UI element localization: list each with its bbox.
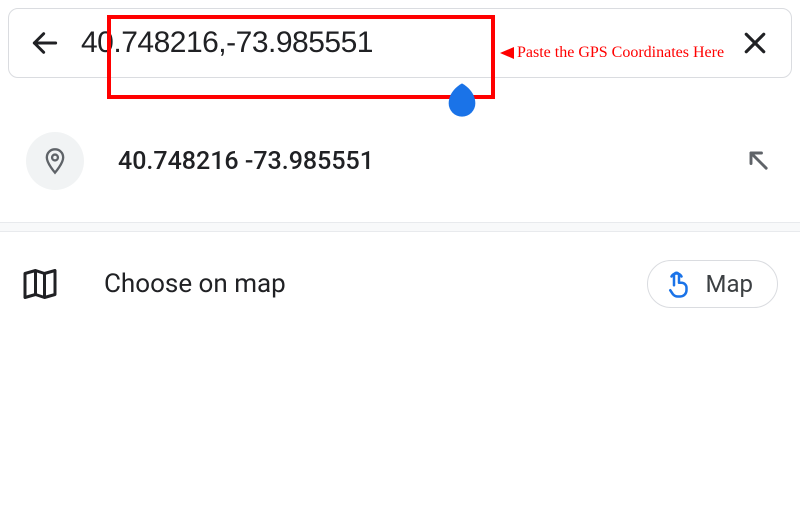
suggestion-text: 40.748216 -73.985551 xyxy=(118,147,710,176)
insert-suggestion-button[interactable] xyxy=(744,146,774,176)
arrow-up-left-icon xyxy=(744,146,772,174)
clear-button[interactable] xyxy=(737,25,773,61)
choose-on-map-section: Choose on map Map xyxy=(0,232,800,336)
search-bar xyxy=(8,8,792,78)
map-button[interactable]: Map xyxy=(647,260,778,308)
section-divider xyxy=(0,222,800,232)
map-button-label: Map xyxy=(706,270,753,298)
map-outline-icon xyxy=(22,266,58,302)
back-button[interactable] xyxy=(27,25,63,61)
pin-icon-container xyxy=(26,132,84,190)
suggestions-list: 40.748216 -73.985551 xyxy=(8,118,792,204)
search-input[interactable] xyxy=(81,26,719,60)
map-pin-icon xyxy=(41,147,69,175)
touch-icon xyxy=(664,269,694,299)
suggestion-row[interactable]: 40.748216 -73.985551 xyxy=(8,118,792,204)
close-icon xyxy=(740,28,770,58)
arrow-left-icon xyxy=(29,27,61,59)
choose-on-map-label: Choose on map xyxy=(104,269,601,299)
